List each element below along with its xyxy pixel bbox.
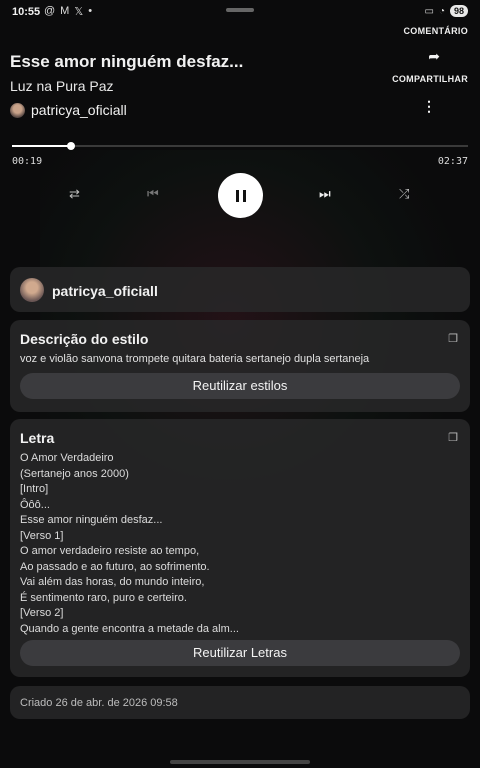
battery-indicator: 98 bbox=[449, 5, 468, 17]
lyrics-line: Vai além das horas, do mundo inteiro, bbox=[20, 576, 205, 588]
lyrics-card: Letra ❐ O Amor Verdadeiro (Sertanejo ano… bbox=[10, 419, 470, 677]
lyrics-line: [Intro] bbox=[20, 483, 49, 495]
shuffle-icon[interactable]: ⤮ bbox=[399, 186, 409, 202]
lyrics-line: Ôôô... bbox=[20, 498, 50, 511]
created-date: Criado 26 de abr. de 2026 09:58 bbox=[20, 697, 178, 709]
copy-icon[interactable]: ❐ bbox=[448, 332, 458, 345]
progress-knob[interactable] bbox=[67, 142, 76, 150]
home-indicator[interactable] bbox=[170, 760, 310, 764]
reuse-lyrics-button[interactable]: Reutilizar Letras bbox=[20, 640, 460, 666]
lyrics-line: [Verso 2] bbox=[20, 607, 64, 619]
status-bar: 10:55 @ M 𝕏 • ▭ ◔ 98 bbox=[0, 0, 480, 24]
gmail-icon: M bbox=[60, 5, 70, 17]
dot-icon: • bbox=[88, 5, 93, 17]
lyrics-line: Quando a gente encontra a metade da alm.… bbox=[20, 622, 239, 635]
pause-icon bbox=[234, 189, 248, 202]
comment-button[interactable]: COMENTÁRIO bbox=[404, 26, 469, 36]
song-tag[interactable]: Luz na Pura Paz bbox=[10, 78, 114, 94]
lyrics-text: O Amor Verdadeiro (Sertanejo anos 2000) … bbox=[20, 451, 239, 637]
threads-icon: @ bbox=[44, 5, 56, 17]
share-button[interactable]: COMPARTILHAR bbox=[392, 74, 468, 84]
elapsed-time: 00:19 bbox=[12, 156, 43, 167]
lyrics-line: (Sertanejo anos 2000) bbox=[20, 467, 129, 480]
share-icon[interactable]: ➦ bbox=[428, 48, 440, 65]
lyrics-card-title: Letra bbox=[20, 430, 55, 446]
progress-bar[interactable] bbox=[12, 142, 468, 150]
lyrics-line: É sentimento raro, puro e certeiro. bbox=[20, 591, 187, 604]
repeat-icon[interactable]: ⇄ bbox=[69, 186, 80, 202]
avatar bbox=[20, 278, 44, 302]
created-card: Criado 26 de abr. de 2026 09:58 bbox=[10, 686, 470, 719]
style-text: voz e violão sanvona trompete quitara ba… bbox=[20, 353, 370, 365]
notification-icons: @ M 𝕏 • bbox=[44, 5, 92, 18]
lyrics-line: O Amor Verdadeiro bbox=[20, 452, 114, 464]
previous-icon[interactable]: ⏮ bbox=[147, 186, 159, 202]
creator-card-name: patricya_oficiall bbox=[52, 283, 158, 299]
copy-icon[interactable]: ❐ bbox=[448, 431, 458, 444]
style-card: Descrição do estilo ❐ voz e violão sanvo… bbox=[10, 320, 470, 412]
song-title: Esse amor ninguém desfaz... bbox=[10, 52, 244, 71]
x-icon: 𝕏 bbox=[74, 6, 84, 18]
style-card-title: Descrição do estilo bbox=[20, 331, 149, 347]
cast-icon: ▭ bbox=[424, 5, 434, 17]
lyrics-line: Esse amor ninguém desfaz... bbox=[20, 514, 163, 526]
creator-card[interactable]: patricya_oficiall bbox=[10, 267, 470, 312]
status-pill bbox=[226, 8, 254, 12]
status-time: 10:55 bbox=[12, 6, 41, 18]
lyrics-line: [Verso 1] bbox=[20, 529, 64, 542]
wifi-icon: ◔ bbox=[438, 5, 445, 17]
pause-button[interactable] bbox=[218, 173, 263, 218]
progress-fill bbox=[12, 145, 72, 147]
lyrics-line: Ao passado e ao futuro, ao sofrimento. bbox=[20, 560, 210, 573]
reuse-styles-button[interactable]: Reutilizar estilos bbox=[20, 373, 460, 399]
system-icons: ▭ ◔ 98 bbox=[424, 5, 468, 17]
next-icon[interactable]: ⏭ bbox=[319, 186, 331, 202]
creator-row[interactable]: patricya_oficiall bbox=[10, 102, 127, 118]
creator-name: patricya_oficiall bbox=[31, 102, 127, 118]
lyrics-line: O amor verdadeiro resiste ao tempo, bbox=[20, 545, 200, 557]
total-time: 02:37 bbox=[437, 156, 468, 167]
more-options-icon[interactable]: ⋮ bbox=[422, 98, 436, 115]
avatar bbox=[10, 102, 25, 118]
